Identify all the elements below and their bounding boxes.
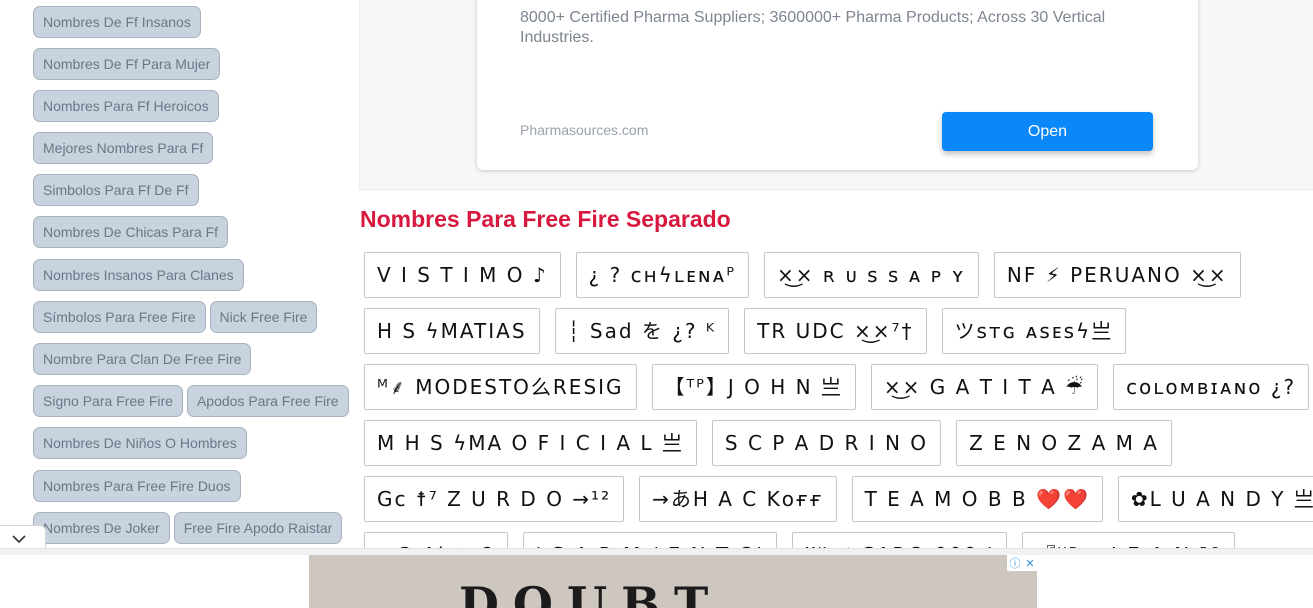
sidebar-tag-row: Nombres De Joker Free Fire Apodo Raistar [33,512,343,544]
chevron-down-icon [12,535,26,544]
sidebar-tag-row: Nombre Para Clan De Free Fire [33,343,252,375]
sidebar-tag-link[interactable]: Nombres Para Ff Heroicos [33,90,219,122]
name-copy-box[interactable]: ᴀ 2 Al ★ ? [364,532,508,548]
name-row: ᴀ 2 Al ★ ? ' S A R M / E N T O' ᴹᴷ ⚡ CARO … [364,532,1236,548]
bottom-divider [0,548,1313,555]
section-title: Nombres Para Free Fire Separado [360,206,731,232]
sidebar-tag-link[interactable]: Símbolos Para Free Fire [33,301,206,333]
sidebar-tag-row: Nombres De Niños O Hombres [33,427,247,459]
sidebar-tag-link[interactable]: Nombres Para Free Fire Duos [33,470,241,502]
name-row: V I S T I M O ♪ ¿ ? ᴄʜϟʟᴇɴᴀᴾ ×͜× ʀ ᴜ s s ᴀ… [364,252,1241,298]
sidebar-tag-link[interactable]: Nick Free Fire [209,301,318,333]
name-copy-box[interactable]: ×͜× G A T I T A ☔ [870,364,1099,410]
sidebar-tag-link[interactable]: Nombres De Chicas Para Ff [33,216,229,248]
sidebar-tag-link[interactable]: Mejores Nombres Para Ff [33,132,214,164]
name-copy-box[interactable]: Z E N O Z A M A [956,420,1172,466]
adchoices-badge[interactable]: ⓘ ✕ [1007,555,1037,571]
name-copy-box[interactable]: TR UDC ×͜×⁷† [744,308,927,354]
name-copy-box[interactable]: ᴹᴷ ⚡ CARO 000 ' [791,532,1008,548]
name-copy-box[interactable]: Gc ☨⁷ Z U R D O →¹² [364,476,625,522]
name-copy-box[interactable]: ×͜× ʀ ᴜ s s ᴀ ᴘ ʏ [763,252,979,298]
sidebar-tag-link[interactable]: Free Fire Apodo Raistar [173,512,343,544]
close-icon[interactable]: ✕ [1025,557,1034,570]
sidebar-tag-row: Símbolos Para Free Fire Nick Free Fire [33,301,318,333]
name-copy-box[interactable]: ツsᴛɢ ᴀsᴇsϟ亗 [941,308,1127,354]
name-copy-box[interactable]: NF ⚡ PERUANO ×͜× [993,252,1241,298]
sidebar-tag-link[interactable]: Nombres De Ff Para Mujer [33,48,221,80]
sidebar-tag-link[interactable]: Nombres De Joker [33,512,170,544]
info-icon[interactable]: ⓘ [1009,555,1020,571]
ad-area: 8000+ Certified Pharma Suppliers; 360000… [359,0,1313,190]
bottom-banner-ad[interactable]: DOUBT ⓘ ✕ [309,555,1037,608]
sidebar-tag-row: Nombres Para Free Fire Duos [33,470,241,502]
name-row: M H S ϟMA O F I C I A L 亗 S C P A D R I N… [364,420,1172,466]
name-copy-box[interactable]: 【ᵀᴾ】J O H N 亗 [651,364,856,410]
sidebar-tag-row: Simbolos Para Ff De Ff [33,174,199,206]
sidebar-tag-link[interactable]: Nombres De Ff Insanos [33,6,201,38]
sidebar-tag-row: Nombres De Ff Para Mujer [33,48,221,80]
sidebar-tag-link[interactable]: Apodos Para Free Fire [186,385,349,417]
sidebar-tag-row: Nombres De Ff Insanos [33,6,201,38]
sidebar-tag-row: Mejores Nombres Para Ff [33,132,214,164]
name-copy-box[interactable]: ┆ Sad を ¿? ᴷ [554,308,730,354]
ad-site-link[interactable]: Pharmasources.com [520,122,648,138]
name-copy-box[interactable]: ¿ ? ᴄʜϟʟᴇɴᴀᴾ [575,252,749,298]
name-copy-box[interactable]: 『ᴴᴰ』 J E A N ᴮᴼ [1022,532,1236,548]
name-copy-box[interactable]: ᴄᴏʟᴏᴍʙɪᴀɴᴏ ¿? [1113,364,1310,410]
sidebar-tag-link[interactable]: Signo Para Free Fire [33,385,183,417]
name-copy-box[interactable]: H S ϟMATIAS [364,308,540,354]
bottom-ad-text: DOUBT [459,577,723,608]
names-grid: V I S T I M O ♪ ¿ ? ᴄʜϟʟᴇɴᴀᴾ ×͜× ʀ ᴜ s s ᴀ… [364,252,1313,548]
name-row: Gc ☨⁷ Z U R D O →¹² →あH A C Kᴏғғ T E A M O… [364,476,1313,522]
sidebar-tag-row: Nombres Para Ff Heroicos [33,90,219,122]
name-copy-box[interactable]: ' S A R M / E N T O' [522,532,777,548]
name-row: H S ϟMATIAS ┆ Sad を ¿? ᴷ TR UDC ×͜×⁷† ツsᴛɢ… [364,308,1127,354]
name-row: ᴹ⸙ MODESTO么RESIG 【ᵀᴾ】J O H N 亗 ×͜× G A T I… [364,364,1310,410]
ad-description: 8000+ Certified Pharma Suppliers; 360000… [520,9,1106,46]
name-copy-box[interactable]: ᴹ⸙ MODESTO么RESIG [364,364,637,410]
sidebar-tag-link[interactable]: Nombre Para Clan De Free Fire [33,343,252,375]
name-copy-box[interactable]: M H S ϟMA O F I C I A L 亗 [364,420,697,466]
name-copy-box[interactable]: T E A M O B B ❤️❤️ [851,476,1103,522]
name-copy-box[interactable]: ✿L U A N D Y 亗 [1117,476,1313,522]
ad-card[interactable]: 8000+ Certified Pharma Suppliers; 360000… [477,0,1198,170]
sidebar-tag-row: Nombres Insanos Para Clanes [33,259,244,291]
sidebar: Nombres De Ff Insanos Nombres De Ff Para … [0,0,359,548]
name-copy-box[interactable]: →あH A C Kᴏғғ [639,476,837,522]
sidebar-tag-link[interactable]: Nombres De Niños O Hombres [33,427,247,459]
name-copy-box[interactable]: S C P A D R I N O [711,420,942,466]
sidebar-tag-row: Signo Para Free Fire Apodos Para Free Fir… [33,385,349,417]
name-copy-box[interactable]: V I S T I M O ♪ [364,252,561,298]
ad-open-button[interactable]: Open [942,112,1153,151]
sidebar-tag-link[interactable]: Nombres Insanos Para Clanes [33,259,244,291]
sidebar-tag-link[interactable]: Simbolos Para Ff De Ff [33,174,199,206]
sidebar-tag-row: Nombres De Chicas Para Ff [33,216,229,248]
